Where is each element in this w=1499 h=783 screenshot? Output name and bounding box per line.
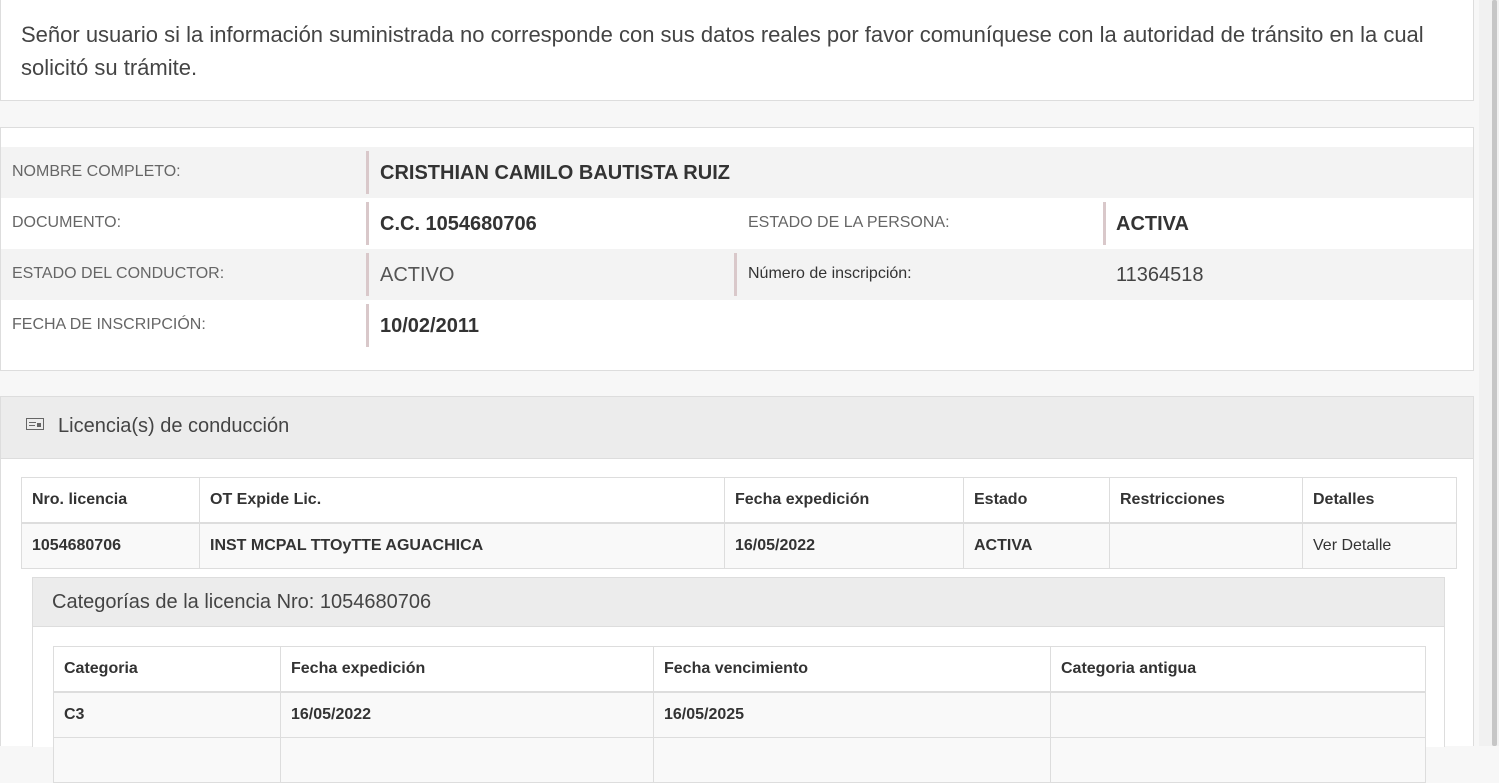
- nombre-row: NOMBRE COMPLETO: CRISTHIAN CAMILO BAUTIS…: [1, 147, 1473, 198]
- table-row: [53, 737, 1426, 783]
- nombre-label: NOMBRE COMPLETO:: [12, 163, 181, 180]
- estado-persona-value: ACTIVA: [1116, 213, 1189, 235]
- col-fecha-expedicion: Fecha expedición: [280, 646, 654, 693]
- documento-value: C.C. 1054680706: [380, 213, 537, 235]
- categorias-header-row: Categoria Fecha expedición Fecha vencimi…: [53, 646, 1426, 693]
- table-row: 1054680706 INST MCPAL TTOyTTE AGUACHICA …: [21, 522, 1457, 569]
- cell-fecha: 16/05/2022: [724, 522, 964, 569]
- notice-text: Señor usuario si la información suminist…: [21, 22, 1424, 80]
- col-restricciones: Restricciones: [1109, 477, 1303, 524]
- ver-detalle-link[interactable]: Ver Detalle: [1302, 522, 1457, 569]
- nombre-value: CRISTHIAN CAMILO BAUTISTA RUIZ: [380, 162, 730, 184]
- fecha-value: 10/02/2011: [380, 315, 479, 337]
- estado-conductor-label: ESTADO DEL CONDUCTOR:: [12, 265, 225, 282]
- col-fecha-expedicion: Fecha expedición: [724, 477, 964, 524]
- fecha-row: FECHA DE INSCRIPCIÓN: 10/02/2011: [1, 300, 1473, 351]
- documento-label: DOCUMENTO:: [12, 214, 122, 231]
- cell-restricciones: [1109, 522, 1303, 569]
- cell-antigua: [1050, 691, 1426, 738]
- cell-estado: ACTIVA: [963, 522, 1110, 569]
- licencias-panel: Licencia(s) de conducción Nro. licencia …: [0, 396, 1474, 783]
- scrollbar-thumb[interactable]: [1492, 0, 1497, 746]
- categorias-panel: Categorías de la licencia Nro: 105468070…: [32, 577, 1445, 783]
- divider: [366, 151, 369, 194]
- notice-panel: Señor usuario si la información suminist…: [0, 0, 1474, 101]
- col-categoria: Categoria: [53, 646, 281, 693]
- cell-expedicion: 16/05/2022: [280, 691, 654, 738]
- fecha-label: FECHA DE INSCRIPCIÓN:: [12, 316, 206, 333]
- categorias-header: Categorías de la licencia Nro: 105468070…: [33, 578, 1444, 627]
- licencias-header-row: Nro. licencia OT Expide Lic. Fecha exped…: [21, 477, 1457, 524]
- col-estado: Estado: [963, 477, 1110, 524]
- table-row: C3 16/05/2022 16/05/2025: [53, 691, 1426, 738]
- divider: [366, 202, 369, 245]
- col-ot-expide: OT Expide Lic.: [199, 477, 725, 524]
- divider: [734, 253, 737, 296]
- person-info-panel: NOMBRE COMPLETO: CRISTHIAN CAMILO BAUTIS…: [0, 127, 1474, 371]
- licencias-table: Nro. licencia OT Expide Lic. Fecha exped…: [21, 477, 1457, 569]
- col-categoria-antigua: Categoria antigua: [1050, 646, 1426, 693]
- cell-categoria: C3: [53, 691, 281, 738]
- categorias-title: Categorías de la licencia Nro: 105468070…: [52, 591, 432, 613]
- divider: [366, 253, 369, 296]
- divider: [1103, 202, 1106, 245]
- categorias-table: Categoria Fecha expedición Fecha vencimi…: [53, 646, 1426, 783]
- col-fecha-vencimiento: Fecha vencimiento: [653, 646, 1051, 693]
- documento-row: DOCUMENTO: C.C. 1054680706 ESTADO DE LA …: [1, 198, 1473, 249]
- col-nro-licencia: Nro. licencia: [21, 477, 200, 524]
- licencias-header: Licencia(s) de conducción: [1, 397, 1473, 459]
- cell-ot: INST MCPAL TTOyTTE AGUACHICA: [199, 522, 725, 569]
- id-card-icon: [26, 418, 44, 430]
- divider: [366, 304, 369, 347]
- licencias-title: Licencia(s) de conducción: [58, 415, 290, 437]
- cell-vencimiento: 16/05/2025: [653, 691, 1051, 738]
- cell-nro: 1054680706: [21, 522, 200, 569]
- estado-conductor-value: ACTIVO: [380, 264, 455, 286]
- inscripcion-value: 11364518: [1116, 264, 1204, 286]
- inscripcion-label: Número de inscripción:: [748, 265, 912, 282]
- conductor-row: ESTADO DEL CONDUCTOR: ACTIVO Número de i…: [1, 249, 1473, 300]
- estado-persona-label: ESTADO DE LA PERSONA:: [748, 214, 950, 231]
- col-detalles: Detalles: [1302, 477, 1457, 524]
